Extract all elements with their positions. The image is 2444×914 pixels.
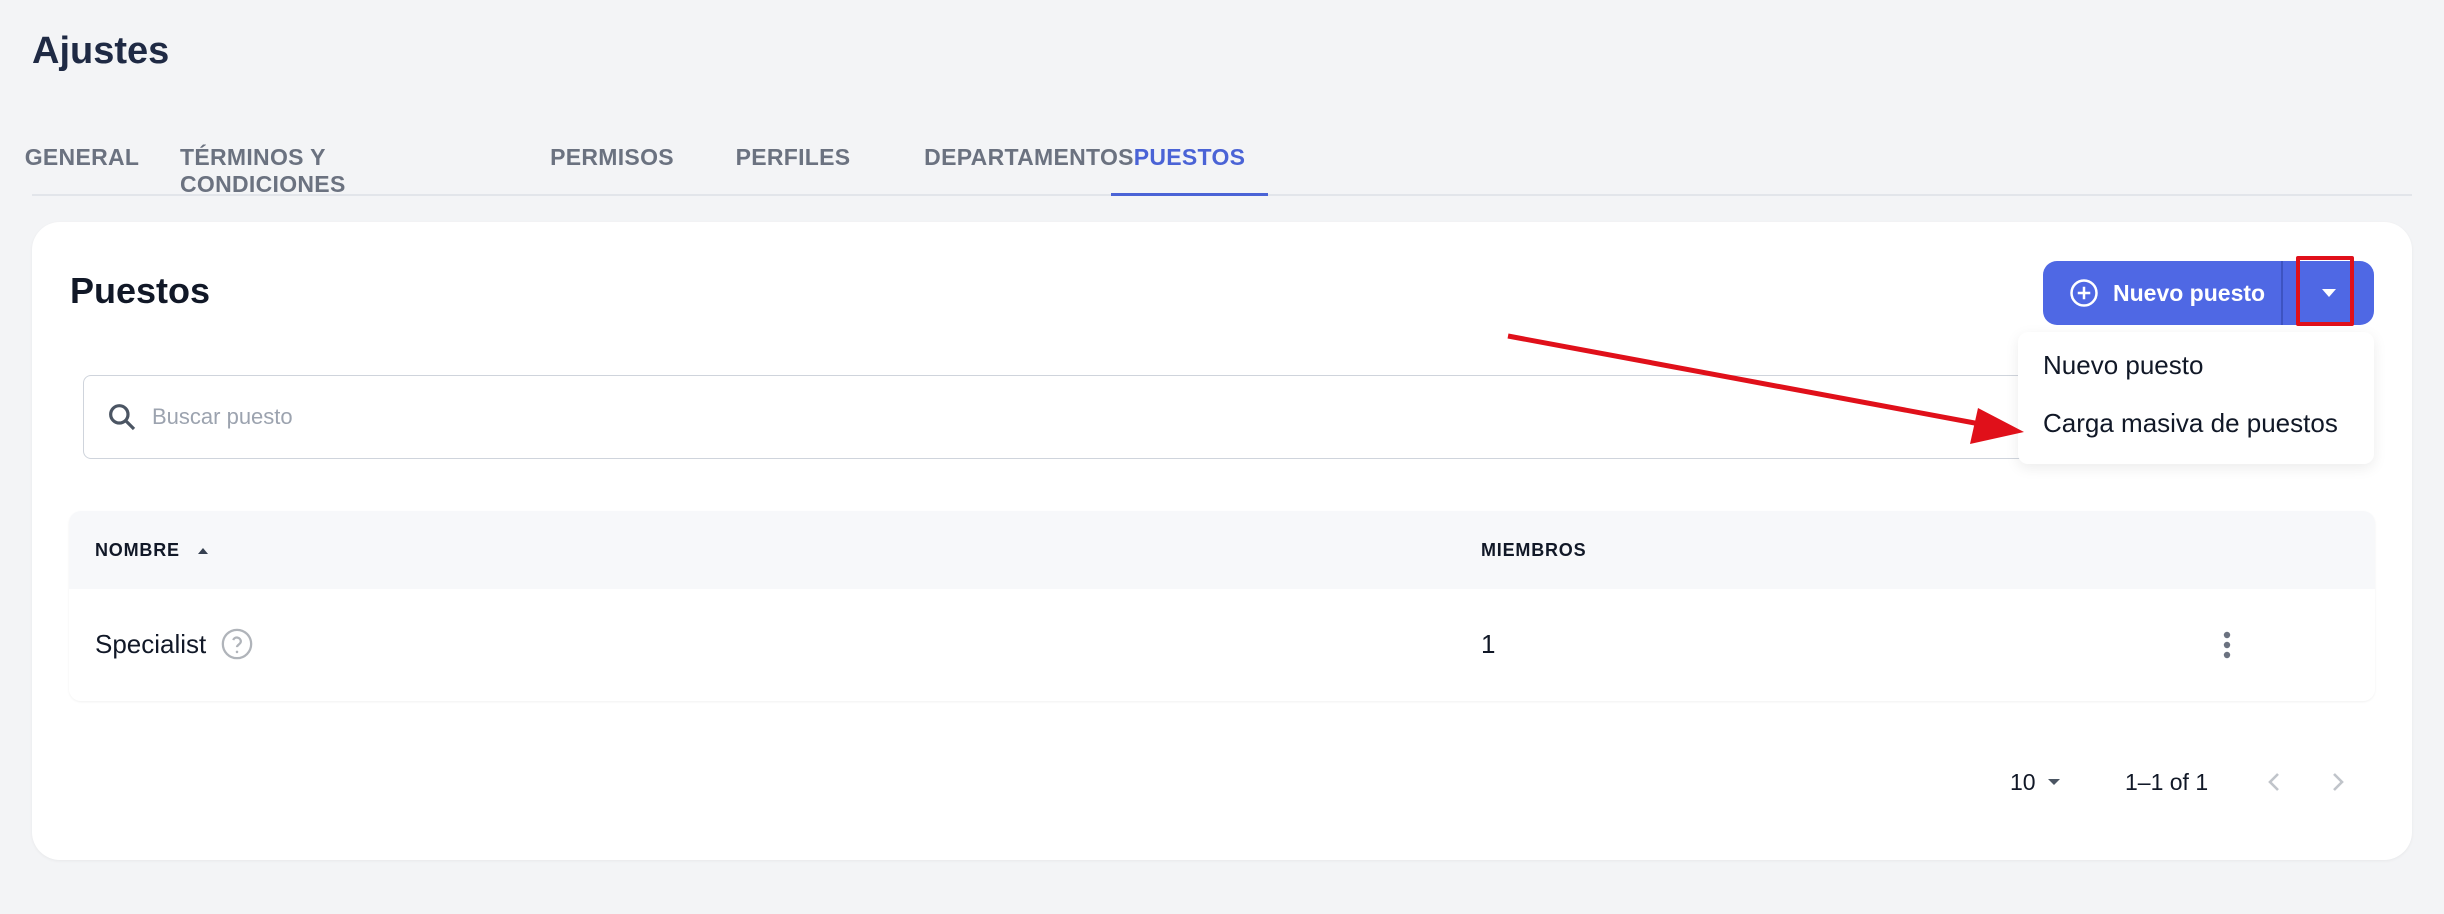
page-title: Ajustes	[32, 30, 170, 72]
new-puesto-split-button: Nuevo puesto	[2043, 261, 2374, 325]
row-name-text: Specialist	[95, 628, 207, 659]
rows-per-page-select[interactable]: 10	[2010, 762, 2064, 802]
search-field	[83, 375, 2063, 459]
cell-name: Specialist	[95, 627, 254, 661]
new-puesto-dropdown-menu: Nuevo puesto Carga masiva de puestos	[2018, 332, 2374, 464]
puestos-table: NOMBRE MIEMBROS Specialist 1	[69, 511, 2375, 701]
next-page-button[interactable]	[2318, 762, 2358, 802]
pagination-range: 1–1 of 1	[2125, 768, 2209, 795]
puestos-card: Puestos Nuevo puesto Nuevo puesto Carga …	[32, 222, 2412, 860]
new-puesto-label: Nuevo puesto	[2113, 279, 2266, 306]
caret-down-icon	[2321, 289, 2336, 297]
question-circle-icon[interactable]	[220, 627, 254, 661]
chevron-right-icon	[2333, 773, 2344, 791]
tab-general[interactable]: GENERAL	[25, 144, 139, 196]
tab-permisos[interactable]: PERMISOS	[542, 144, 682, 196]
tab-puestos[interactable]: PUESTOS	[1111, 144, 1268, 196]
sort-asc-icon	[197, 547, 208, 554]
row-actions-button[interactable]	[2207, 625, 2247, 665]
prev-page-button[interactable]	[2254, 762, 2294, 802]
search-icon	[109, 404, 136, 431]
new-puesto-button[interactable]: Nuevo puesto	[2043, 261, 2283, 325]
table-header: NOMBRE MIEMBROS	[69, 511, 2375, 589]
column-nombre[interactable]: NOMBRE	[95, 540, 212, 561]
menu-item-nuevo-puesto[interactable]: Nuevo puesto	[2043, 350, 2203, 381]
tab-terminos[interactable]: TÉRMINOS Y CONDICIONES	[180, 144, 494, 197]
kebab-menu-icon	[2223, 631, 2231, 659]
column-nombre-label: NOMBRE	[95, 540, 180, 560]
tab-perfiles[interactable]: PERFILES	[730, 144, 856, 196]
caret-down-icon	[2047, 779, 2060, 785]
new-puesto-dropdown-toggle[interactable]	[2283, 261, 2374, 325]
rows-per-page-value: 10	[2010, 768, 2036, 795]
column-miembros[interactable]: MIEMBROS	[1481, 540, 1586, 561]
table-row[interactable]: Specialist 1	[69, 589, 2375, 701]
card-title: Puestos	[70, 270, 211, 311]
menu-item-carga-masiva[interactable]: Carga masiva de puestos	[2043, 408, 2338, 439]
search-input[interactable]	[152, 404, 1952, 430]
cell-members: 1	[1481, 629, 1496, 659]
chevron-left-icon	[2268, 773, 2279, 791]
plus-circle-icon	[2070, 279, 2098, 307]
settings-tabs: GENERAL TÉRMINOS Y CONDICIONES PERMISOS …	[25, 122, 2412, 197]
